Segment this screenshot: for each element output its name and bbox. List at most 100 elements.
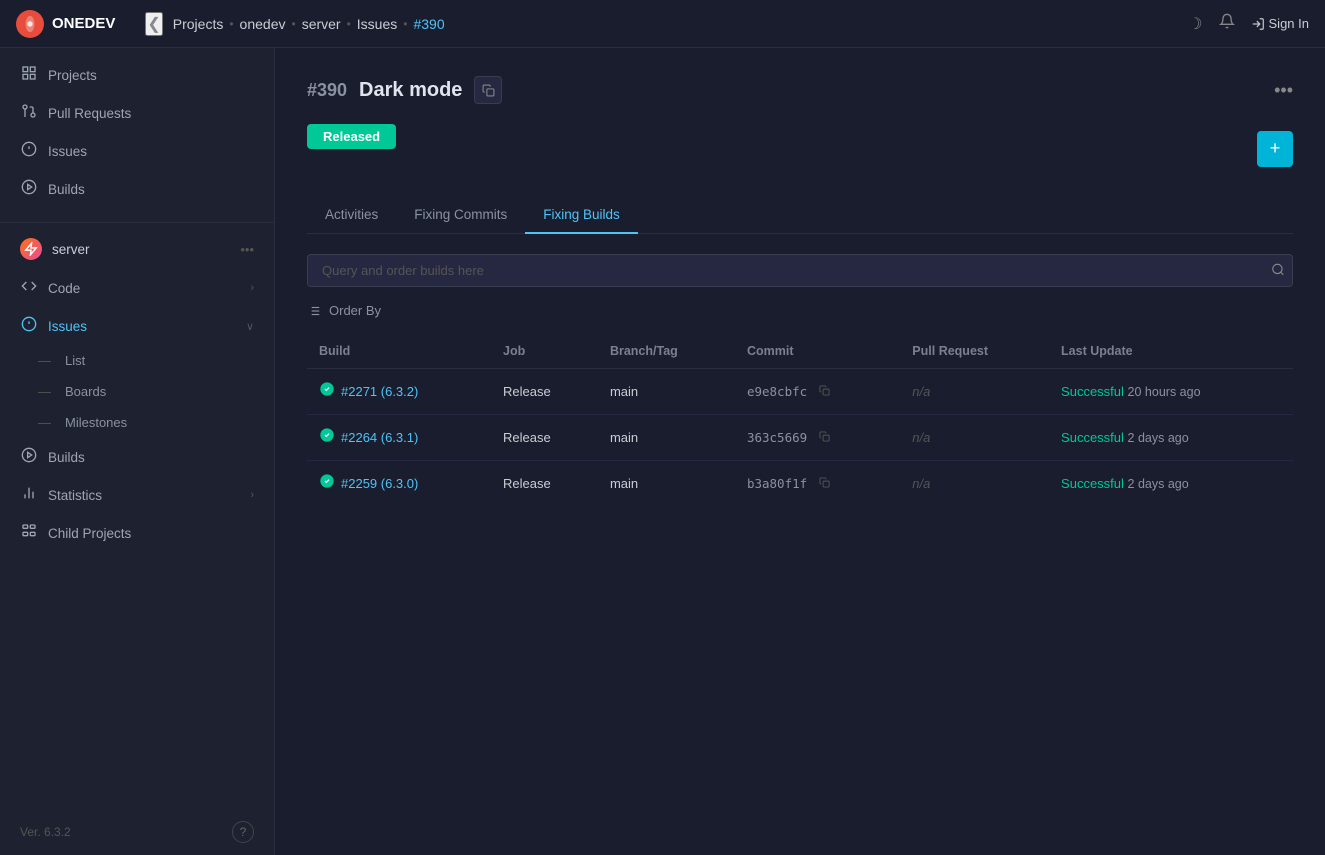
- tab-fixing-commits[interactable]: Fixing Commits: [396, 197, 525, 234]
- issues-icon-project: [20, 316, 38, 336]
- sidebar-item-issues-project[interactable]: Issues ∨: [0, 307, 274, 345]
- copy-hash-button-0[interactable]: [815, 383, 834, 401]
- statistics-icon: [20, 485, 38, 505]
- sidebar-item-statistics[interactable]: Statistics ›: [0, 476, 274, 514]
- sidebar-project-server[interactable]: server •••: [0, 229, 274, 269]
- add-button[interactable]: +: [1257, 131, 1293, 167]
- build-link-1[interactable]: #2264 (6.3.1): [341, 430, 418, 445]
- status-text-2: Successful: [1061, 476, 1124, 491]
- breadcrumb: Projects • onedev • server • Issues • #3…: [173, 16, 1178, 32]
- pr-cell-2: n/a: [900, 461, 1049, 507]
- copy-hash-button-2[interactable]: [815, 475, 834, 493]
- pr-cell-0: n/a: [900, 369, 1049, 415]
- build-link-2[interactable]: #2259 (6.3.0): [341, 476, 418, 491]
- last-update-cell-1: Successful 2 days ago: [1049, 415, 1293, 461]
- sidebar: Projects Pull Requests: [0, 48, 275, 855]
- app-logo[interactable]: ONEDEV: [16, 10, 115, 38]
- sidebar-subitem-label-boards: Boards: [65, 384, 106, 399]
- sidebar-item-label-builds-project: Builds: [48, 450, 254, 465]
- search-input[interactable]: [307, 254, 1293, 287]
- issues-icon-global: [20, 141, 38, 161]
- sidebar-subitem-milestones[interactable]: — Milestones: [0, 407, 274, 438]
- issues-arrow-icon[interactable]: ∨: [246, 320, 254, 333]
- issue-number: #390: [307, 80, 347, 101]
- search-row: [307, 254, 1293, 287]
- search-button[interactable]: [1271, 262, 1285, 279]
- search-input-wrap: [307, 254, 1293, 287]
- topnav-right: ☽ Sign In: [1188, 13, 1309, 34]
- sidebar-item-label-statistics: Statistics: [48, 488, 240, 503]
- table-header: Build Job Branch/Tag Commit Pull Request…: [307, 334, 1293, 369]
- breadcrumb-issues[interactable]: Issues: [357, 16, 397, 32]
- status-text-0: Successful: [1061, 384, 1124, 399]
- sidebar-subitem-label-milestones: Milestones: [65, 415, 127, 430]
- sidebar-item-issues-global[interactable]: Issues: [0, 132, 274, 170]
- sidebar-collapse-button[interactable]: ❮: [145, 12, 162, 36]
- sidebar-item-projects[interactable]: Projects: [0, 56, 274, 94]
- milestones-dash: —: [38, 415, 51, 430]
- breadcrumb-sep-4: •: [403, 17, 407, 31]
- sidebar-item-label-issues: Issues: [48, 144, 254, 159]
- commit-cell-2: b3a80f1f: [735, 461, 900, 507]
- table-row: #2264 (6.3.1) Release main 363c5669 n/a …: [307, 415, 1293, 461]
- code-arrow-icon: ›: [250, 282, 254, 294]
- projects-icon: [20, 65, 38, 85]
- sidebar-subitem-list[interactable]: — List: [0, 345, 274, 376]
- build-link-0[interactable]: #2271 (6.3.2): [341, 384, 418, 399]
- sidebar-item-label-builds: Builds: [48, 182, 254, 197]
- sidebar-item-pull-requests[interactable]: Pull Requests: [0, 94, 274, 132]
- build-cell-0: #2271 (6.3.2): [307, 369, 491, 415]
- breadcrumb-server[interactable]: server: [302, 16, 341, 32]
- status-time-1: 2 days ago: [1128, 431, 1189, 445]
- sidebar-item-builds-project[interactable]: Builds: [0, 438, 274, 476]
- project-more-icon[interactable]: •••: [240, 242, 254, 257]
- sidebar-footer: Ver. 6.3.2 ?: [0, 809, 274, 855]
- breadcrumb-sep-1: •: [229, 17, 233, 31]
- order-by-icon: [307, 304, 321, 318]
- issue-title: Dark mode: [359, 79, 462, 102]
- job-cell-2: Release: [491, 461, 598, 507]
- sidebar-item-child-projects[interactable]: Child Projects: [0, 514, 274, 552]
- success-icon-0: [319, 381, 335, 402]
- copy-issue-link-button[interactable]: [474, 76, 502, 104]
- project-avatar: [20, 238, 42, 260]
- issue-header: #390 Dark mode •••: [307, 76, 1293, 104]
- branch-cell-0: main: [598, 369, 735, 415]
- copy-hash-button-1[interactable]: [815, 429, 834, 447]
- branch-cell-2: main: [598, 461, 735, 507]
- tab-activities[interactable]: Activities: [307, 197, 396, 234]
- child-projects-icon: [20, 523, 38, 543]
- na-text-2: n/a: [912, 476, 930, 491]
- sidebar-item-code[interactable]: Code ›: [0, 269, 274, 307]
- builds-tbody: #2271 (6.3.2) Release main e9e8cbfc n/a …: [307, 369, 1293, 507]
- sign-in-button[interactable]: Sign In: [1251, 16, 1309, 31]
- breadcrumb-issue-number: #390: [413, 16, 444, 32]
- col-commit: Commit: [735, 334, 900, 369]
- last-update-cell-2: Successful 2 days ago: [1049, 461, 1293, 507]
- sidebar-subitem-boards[interactable]: — Boards: [0, 376, 274, 407]
- code-icon: [20, 278, 38, 298]
- commit-hash-0: e9e8cbfc: [747, 384, 807, 399]
- job-cell-0: Release: [491, 369, 598, 415]
- col-last-update: Last Update: [1049, 334, 1293, 369]
- tab-fixing-builds[interactable]: Fixing Builds: [525, 197, 638, 234]
- topnav: ONEDEV ❮ Projects • onedev • server • Is…: [0, 0, 1325, 48]
- main-layout: Projects Pull Requests: [0, 48, 1325, 855]
- issue-more-button[interactable]: •••: [1274, 80, 1293, 101]
- builds-table: Build Job Branch/Tag Commit Pull Request…: [307, 334, 1293, 506]
- help-button[interactable]: ?: [232, 821, 254, 843]
- col-build: Build: [307, 334, 491, 369]
- success-icon-1: [319, 427, 335, 448]
- moon-icon[interactable]: ☽: [1188, 14, 1202, 34]
- breadcrumb-onedev[interactable]: onedev: [240, 16, 286, 32]
- notification-icon[interactable]: [1219, 13, 1235, 34]
- col-pull-request: Pull Request: [900, 334, 1049, 369]
- na-text-0: n/a: [912, 384, 930, 399]
- sidebar-item-builds-global[interactable]: Builds: [0, 170, 274, 208]
- commit-hash-2: b3a80f1f: [747, 476, 807, 491]
- pr-cell-1: n/a: [900, 415, 1049, 461]
- breadcrumb-projects[interactable]: Projects: [173, 16, 224, 32]
- last-update-cell-0: Successful 20 hours ago: [1049, 369, 1293, 415]
- order-by-row[interactable]: Order By: [307, 303, 1293, 318]
- breadcrumb-sep-2: •: [291, 17, 295, 31]
